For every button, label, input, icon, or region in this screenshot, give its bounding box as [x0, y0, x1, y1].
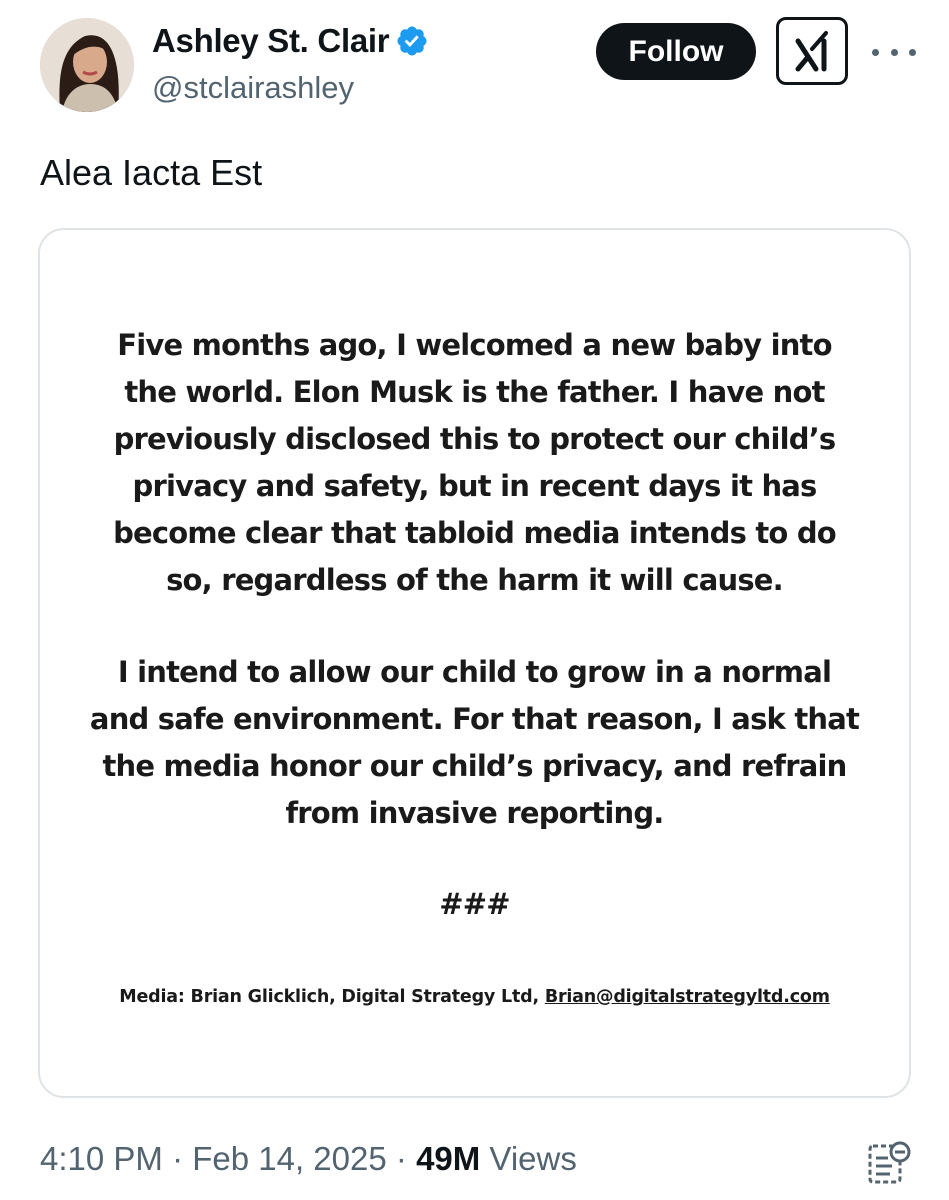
media-contact: Media: Brian Glicklich, Digital Strategy…	[40, 987, 909, 1007]
grok-button[interactable]	[776, 17, 848, 85]
statement-paragraph-1: Five months ago, I welcomed a new baby i…	[40, 322, 909, 604]
analytics-icon	[868, 1141, 911, 1184]
statement-separator: ###	[439, 887, 510, 921]
meta-separator: ·	[386, 1140, 417, 1177]
statement-line: the world. Elon Musk is the father. I ha…	[124, 375, 825, 409]
statement-line: privacy and safety, but in recent days i…	[132, 469, 817, 503]
author-handle[interactable]: @stclairashley	[152, 70, 354, 106]
more-options-button[interactable]	[872, 40, 916, 64]
grok-logo-icon	[795, 31, 828, 72]
meta-separator: ·	[162, 1140, 193, 1177]
statement-line: and safe environment. For that reason, I…	[89, 702, 860, 736]
statement-line: become clear that tabloid media intends …	[113, 516, 837, 550]
statement-line: from invasive reporting.	[285, 796, 664, 830]
author-name-row[interactable]: Ashley St. Clair	[152, 22, 429, 60]
more-dots-icon	[872, 48, 879, 56]
statement-line: I intend to allow our child to grow in a…	[117, 655, 832, 689]
media-image[interactable]: Five months ago, I welcomed a new baby i…	[38, 228, 911, 1098]
avatar[interactable]	[40, 18, 134, 112]
tweet-time[interactable]: 4:10 PM	[40, 1140, 163, 1177]
analytics-button[interactable]	[866, 1140, 912, 1186]
statement-paragraph-2: I intend to allow our child to grow in a…	[40, 649, 909, 837]
tweet-meta: 4:10 PM · Feb 14, 2025 · 49M Views	[40, 1140, 577, 1178]
statement-line: the media honor our child’s privacy, and…	[102, 749, 847, 783]
statement-line: previously disclosed this to protect our…	[113, 422, 837, 456]
profile-photo	[40, 18, 134, 112]
tweet-text: Alea Iacta Est	[40, 152, 263, 193]
views-count: 49M	[416, 1140, 481, 1177]
statement-line: Five months ago, I welcomed a new baby i…	[117, 328, 832, 362]
media-contact-email: Brian@digitalstrategyltd.com	[544, 987, 830, 1007]
more-dots-icon	[890, 48, 898, 56]
views-label: Views	[480, 1140, 577, 1177]
author-display-name[interactable]: Ashley St. Clair	[152, 22, 390, 60]
verified-badge-icon	[397, 26, 427, 56]
media-contact-text: Media: Brian Glicklich, Digital Strategy…	[119, 987, 545, 1007]
more-dots-icon	[909, 48, 916, 56]
statement-line: so, regardless of the harm it will cause…	[166, 563, 784, 597]
follow-button[interactable]: Follow	[596, 23, 756, 80]
tweet-date[interactable]: Feb 14, 2025	[192, 1140, 387, 1177]
